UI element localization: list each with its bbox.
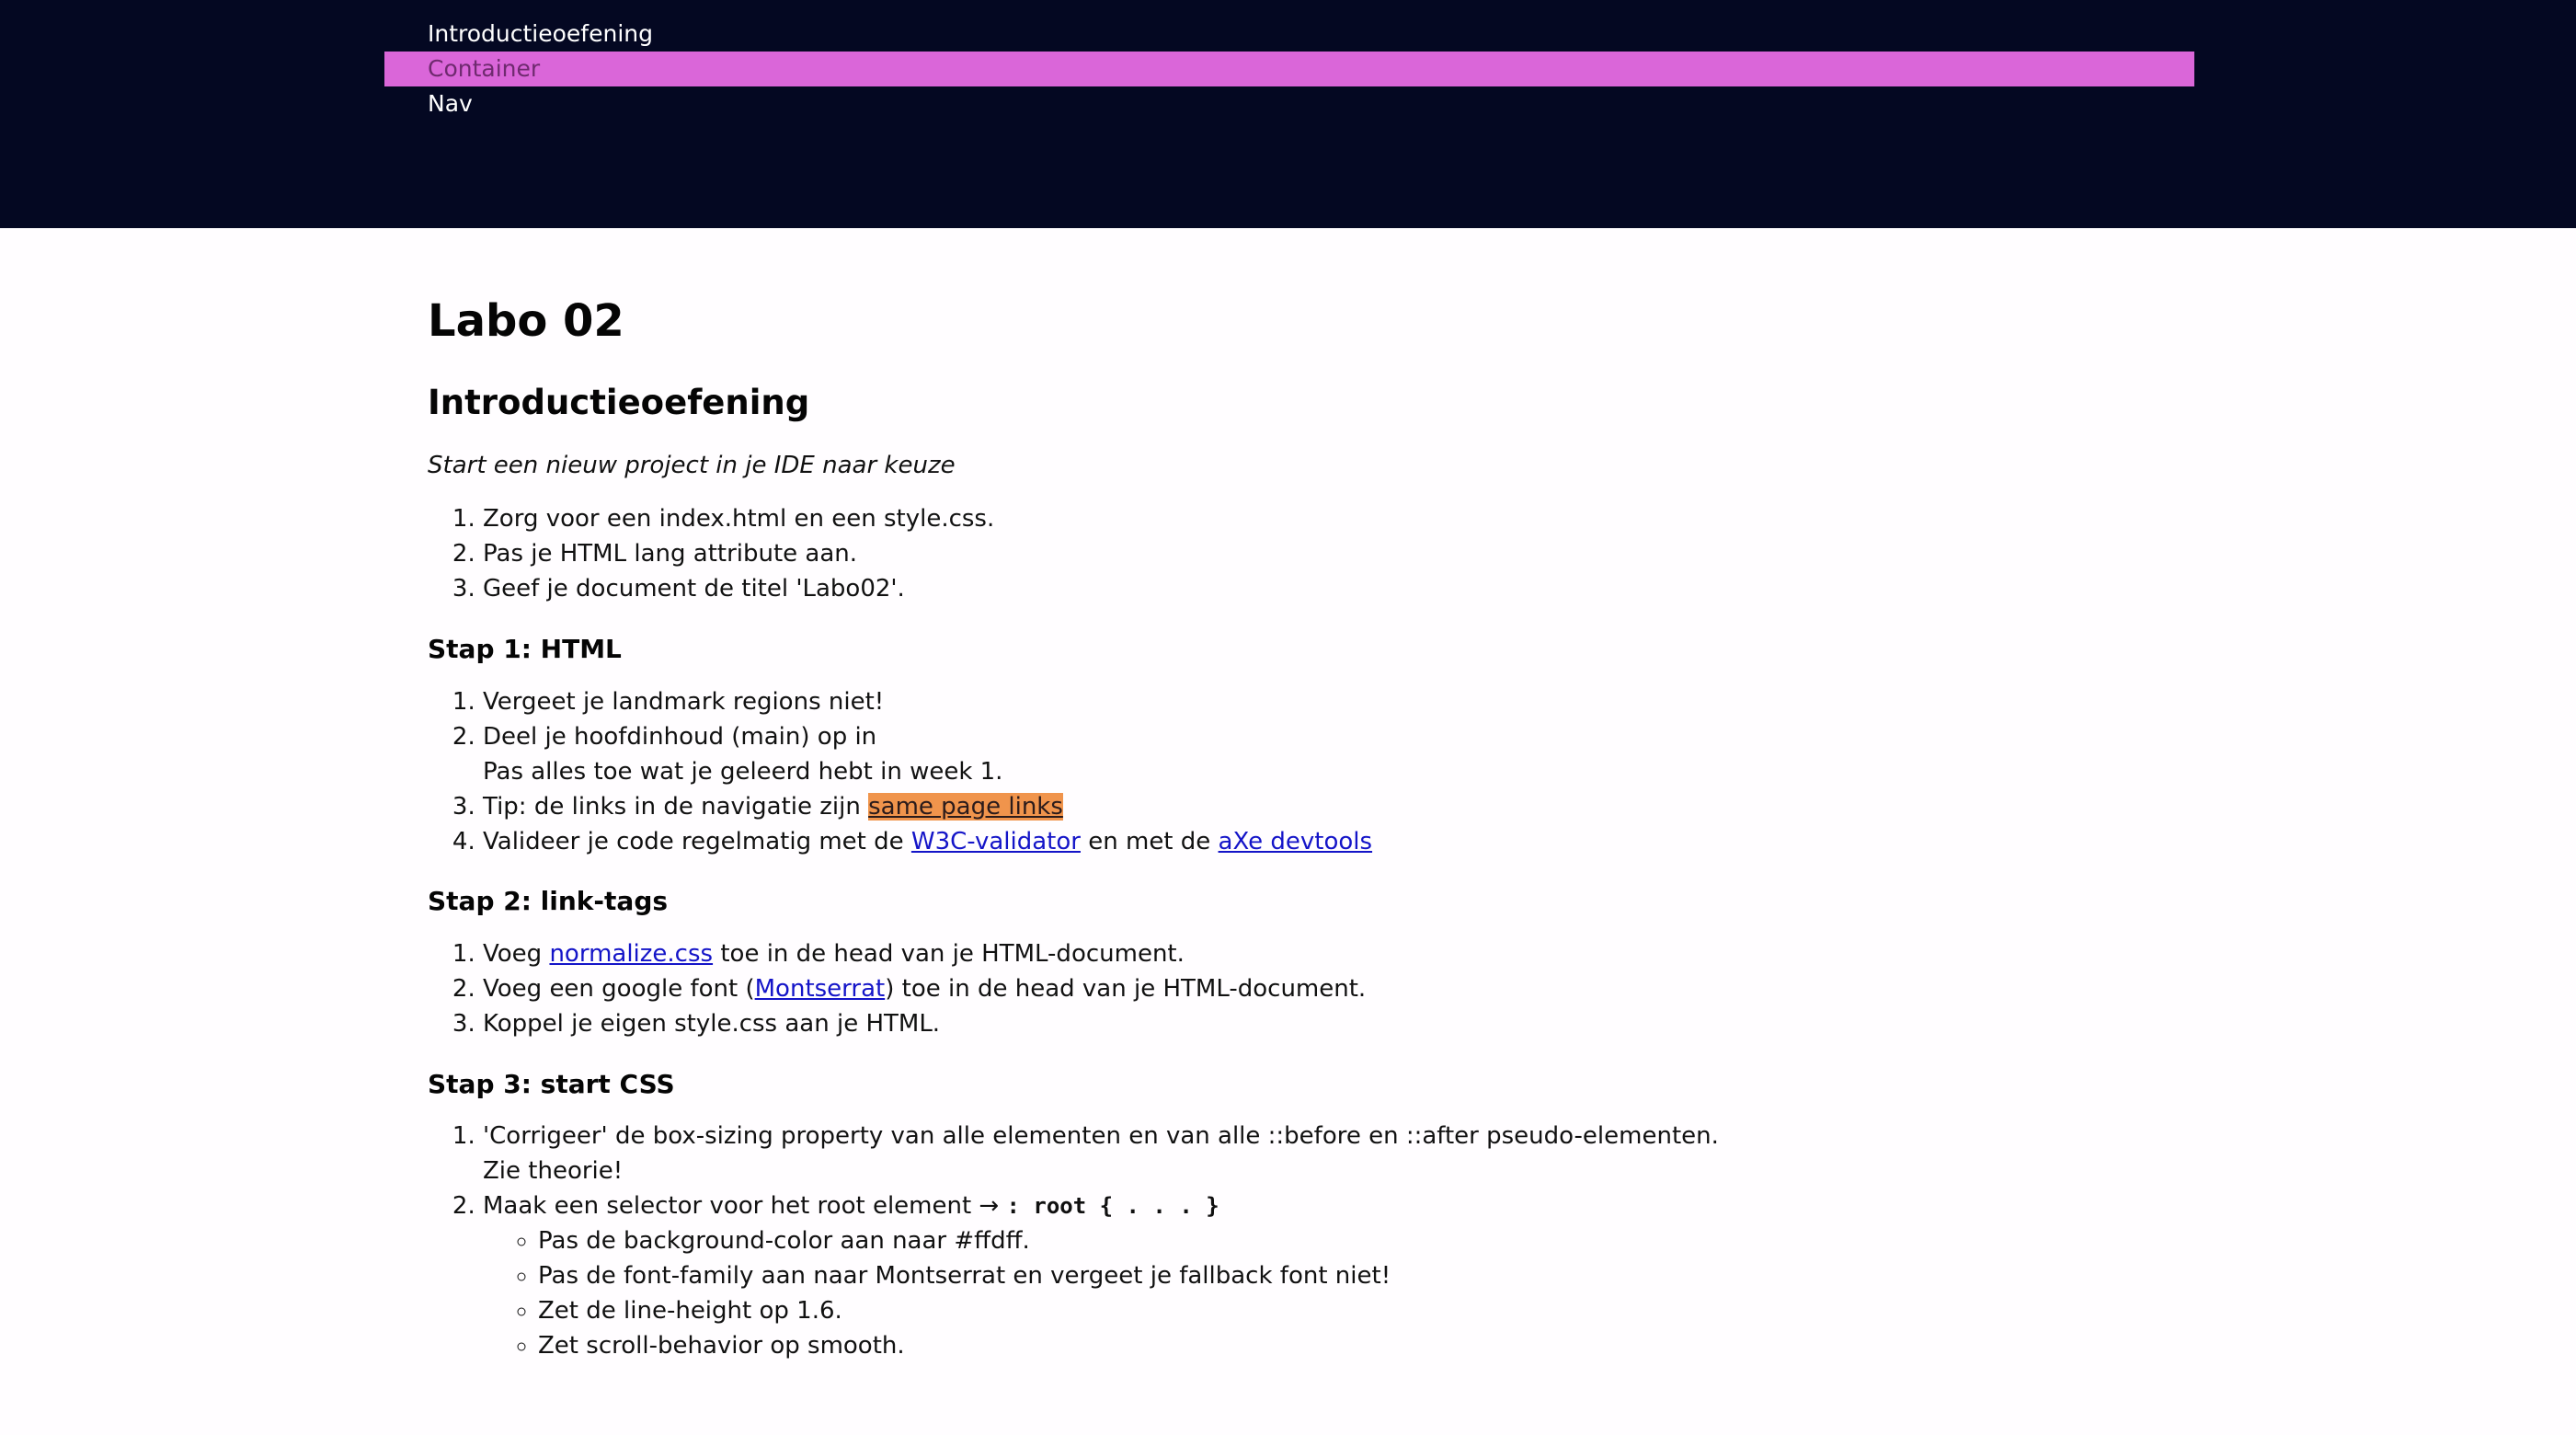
sub-list-item: Pas de font-family aan naar Montserrat e… xyxy=(538,1259,2267,1294)
list-item: Vergeet je landmark regions niet! xyxy=(483,685,2267,720)
normalize-css-link[interactable]: normalize.css xyxy=(549,940,713,968)
list-item-text: ) toe in de head van je HTML-document. xyxy=(885,974,1367,1003)
intro-heading: Introductieoefening xyxy=(428,383,810,423)
nav-list: Introductieoefening Container Nav xyxy=(384,17,2194,121)
step1-heading: Stap 1: HTML xyxy=(428,634,622,665)
list-item-text: Voeg een google font ( xyxy=(483,974,755,1003)
nav-item-introductieoefening[interactable]: Introductieoefening xyxy=(384,17,2194,52)
same-page-links-link[interactable]: same page links xyxy=(868,792,1063,821)
step1-section: Stap 1: HTML Vergeet je landmark regions… xyxy=(428,633,2267,859)
list-item-text: en met de xyxy=(1080,827,1219,855)
page-title: Labo 02 xyxy=(428,295,624,347)
nav-item-container[interactable]: Container xyxy=(384,52,2194,86)
list-item: Voeg een google font (Montserrat) toe in… xyxy=(483,972,2267,1007)
list-item-text: Valideer je code regelmatig met de xyxy=(483,827,911,855)
montserrat-link[interactable]: Montserrat xyxy=(755,975,886,1003)
step3-section: Stap 3: start CSS 'Corrigeer' de box-siz… xyxy=(428,1068,2267,1364)
step3-heading: Stap 3: start CSS xyxy=(428,1068,675,1099)
list-item: Deel je hoofdinhoud (main) op in Pas all… xyxy=(483,720,2267,790)
step2-heading: Stap 2: link-tags xyxy=(428,886,669,917)
root-selector-code: : root { . . . } xyxy=(1006,1193,1219,1219)
list-item: Koppel je eigen style.css aan je HTML. xyxy=(483,1007,2267,1042)
root-sub-list: Pas de background-color aan naar #ffdff.… xyxy=(483,1224,2267,1364)
list-item-line: Zie theorie! xyxy=(483,1157,624,1186)
list-item: Tip: de links in de navigatie zijn same … xyxy=(483,790,2267,825)
step1-list: Vergeet je landmark regions niet! Deel j… xyxy=(428,685,2267,860)
list-item-text: Voeg xyxy=(483,939,550,968)
intro-section: Introductieoefening Start een nieuw proj… xyxy=(428,381,2267,607)
list-item-text: Maak een selector voor het root element … xyxy=(483,1192,1007,1220)
axe-devtools-link[interactable]: aXe devtools xyxy=(1219,828,1373,855)
sub-list-item: Pas de background-color aan naar #ffdff. xyxy=(538,1224,2267,1259)
list-item: Maak een selector voor het root element … xyxy=(483,1189,2267,1364)
sub-list-item: Zet scroll-behavior op smooth. xyxy=(538,1329,2267,1364)
nav-item-nav[interactable]: Nav xyxy=(384,86,2194,121)
main-content: Labo 02 Introductieoefening Start een ni… xyxy=(428,228,2267,1364)
list-item-line: Deel je hoofdinhoud (main) op in xyxy=(483,722,877,751)
list-item: 'Corrigeer' de box-sizing property van a… xyxy=(483,1119,2267,1189)
step2-list: Voeg normalize.css toe in de head van je… xyxy=(428,937,2267,1042)
step3-list: 'Corrigeer' de box-sizing property van a… xyxy=(428,1119,2267,1364)
site-header: Introductieoefening Container Nav xyxy=(0,0,2576,228)
list-item-text: toe in de head van je HTML-document. xyxy=(713,939,1185,968)
w3c-validator-link[interactable]: W3C-validator xyxy=(911,828,1081,855)
sub-list-item: Zet de line-height op 1.6. xyxy=(538,1294,2267,1329)
list-item: Voeg normalize.css toe in de head van je… xyxy=(483,937,2267,972)
intro-list: Zorg voor een index.html en een style.cs… xyxy=(428,502,2267,607)
intro-subtitle: Start een nieuw project in je IDE naar k… xyxy=(428,452,956,480)
list-item-line: 'Corrigeer' de box-sizing property van a… xyxy=(483,1122,1719,1151)
list-item: Zorg voor een index.html en een style.cs… xyxy=(483,502,2267,537)
list-item: Geef je document de titel 'Labo02'. xyxy=(483,572,2267,607)
list-item: Valideer je code regelmatig met de W3C-v… xyxy=(483,825,2267,860)
list-item-line: Pas alles toe wat je geleerd hebt in wee… xyxy=(483,757,1003,786)
list-item-text: Tip: de links in de navigatie zijn xyxy=(483,792,869,821)
step2-section: Stap 2: link-tags Voeg normalize.css toe… xyxy=(428,885,2267,1041)
list-item: Pas je HTML lang attribute aan. xyxy=(483,537,2267,572)
